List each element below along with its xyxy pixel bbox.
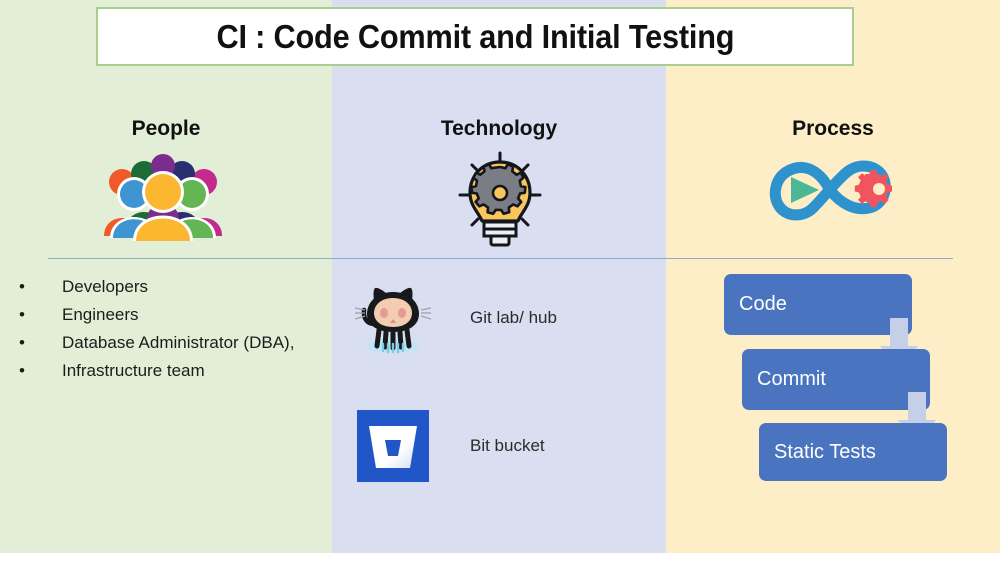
column-heading-technology: Technology (440, 117, 558, 140)
bullet-text: Engineers (62, 305, 139, 324)
github-octocat-icon (352, 278, 434, 358)
slide-title-box: CI : Code Commit and Initial Testing (96, 7, 854, 66)
devops-infinity-icon (755, 150, 905, 235)
people-bullet-list: • Developers • Engineers • Database Admi… (14, 273, 332, 385)
flow-box-label: Commit (757, 368, 826, 390)
list-item: • Developers (14, 273, 332, 301)
bullet-marker: • (19, 361, 25, 380)
bullet-text: Database Administrator (DBA), (62, 333, 295, 352)
bullet-text: Infrastructure team (62, 361, 205, 380)
flow-box-label: Code (739, 293, 787, 315)
bitbucket-icon (352, 406, 434, 486)
bullet-marker: • (19, 305, 25, 324)
bullet-text: Developers (62, 277, 148, 296)
slide-canvas: CI : Code Commit and Initial Testing Peo… (0, 0, 1000, 562)
column-heading-process: Process (792, 117, 874, 140)
flow-box-static-tests: Static Tests (759, 423, 947, 481)
column-heading-people: People (131, 117, 201, 140)
lightbulb-gear-icon (455, 150, 545, 259)
tool-label: Bit bucket (470, 436, 545, 455)
list-item: • Database Administrator (DBA), (14, 329, 332, 357)
list-item: • Infrastructure team (14, 357, 332, 385)
tool-row-bitbucket: Bit bucket (352, 406, 545, 486)
tool-label: Git lab/ hub (470, 308, 557, 327)
slide-title: CI : Code Commit and Initial Testing (216, 17, 734, 55)
tool-row-github: Git lab/ hub (352, 278, 557, 358)
section-divider (48, 258, 953, 259)
bullet-marker: • (19, 277, 25, 296)
list-item: • Engineers (14, 301, 332, 329)
bullet-marker: • (19, 333, 25, 352)
flow-box-label: Static Tests (774, 440, 876, 463)
people-group-icon (100, 150, 226, 247)
